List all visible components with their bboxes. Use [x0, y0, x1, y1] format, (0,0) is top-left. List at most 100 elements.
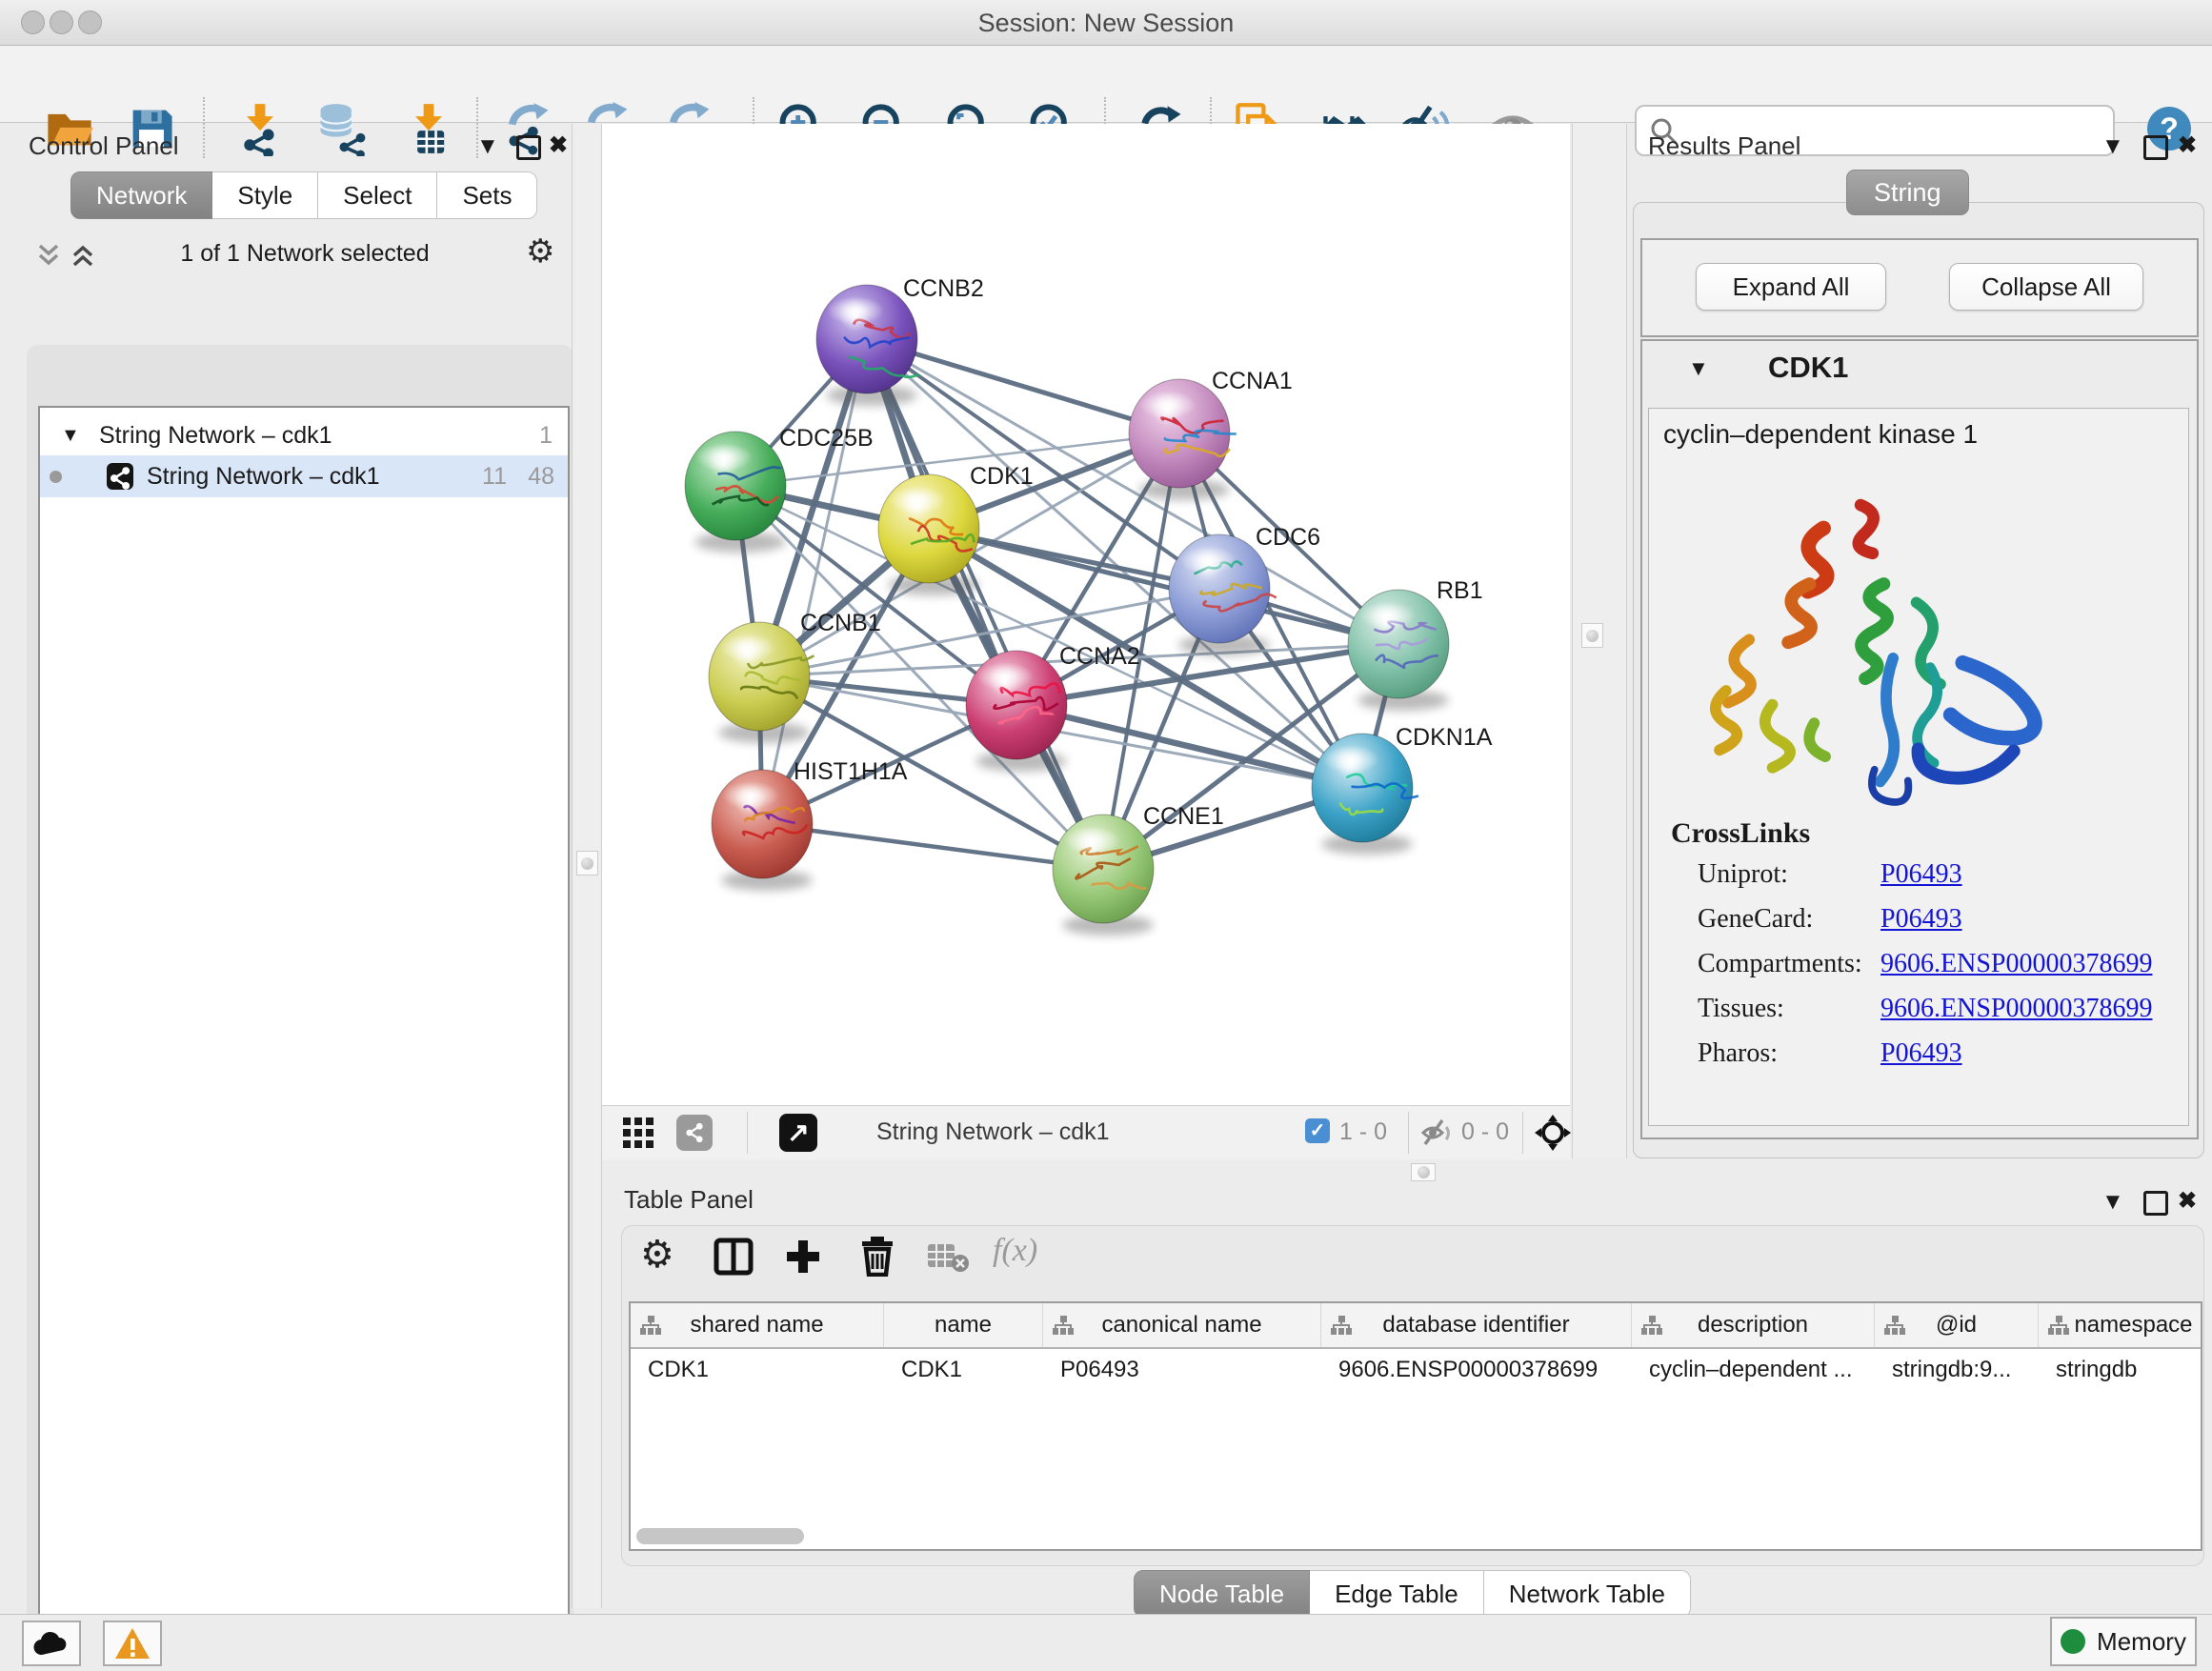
collapse-panel-icon[interactable]: ▼ — [476, 133, 499, 160]
crosslink-link[interactable]: P06493 — [1880, 904, 1962, 935]
crosslink-link[interactable]: 9606.ENSP00000378699 — [1880, 994, 2152, 1024]
table-cell[interactable]: CDK1 — [631, 1349, 884, 1391]
left-splitter-handle[interactable] — [576, 851, 598, 876]
network-share-icon[interactable] — [676, 1115, 713, 1151]
network-edge[interactable] — [762, 339, 867, 824]
selected-checkbox-icon[interactable]: ✓ — [1305, 1118, 1330, 1143]
network-node-CCNB1[interactable]: CCNB1 — [709, 610, 881, 743]
grid-view-icon[interactable] — [621, 1116, 655, 1155]
crosslink-link[interactable]: P06493 — [1880, 1038, 1962, 1069]
table-cell[interactable]: cyclin–dependent ... — [1632, 1349, 1875, 1391]
node-label: RB1 — [1437, 577, 1483, 604]
node-table[interactable]: shared name namecanonical namedatabase id… — [629, 1301, 2202, 1551]
tab-string[interactable]: String — [1846, 170, 1969, 215]
right-splitter-handle[interactable] — [1581, 623, 1603, 648]
crosslink-link[interactable]: 9606.ENSP00000378699 — [1880, 949, 2152, 979]
network-row-selected[interactable]: String Network – cdk1 11 48 — [40, 455, 568, 497]
column-header-databaseidentifier[interactable]: database identifier — [1321, 1303, 1632, 1347]
float-panel-icon[interactable] — [2143, 135, 2168, 160]
node-label: HIST1H1A — [794, 758, 908, 785]
tab-sets[interactable]: Sets — [437, 171, 537, 219]
network-node-CCNB2[interactable]: CCNB2 — [816, 275, 984, 406]
tree-expander-icon[interactable]: ▼ — [61, 415, 80, 455]
network-node-CCNE1[interactable]: CCNE1 — [1053, 803, 1224, 936]
column-header-description[interactable]: description — [1632, 1303, 1875, 1347]
network-node-CDC6[interactable]: CDC6 — [1169, 524, 1320, 655]
column-header-name[interactable]: name — [884, 1303, 1043, 1347]
close-panel-icon[interactable]: ✖ — [549, 131, 568, 159]
show-columns-icon[interactable] — [713, 1237, 754, 1281]
collapse-panel-icon[interactable]: ▼ — [2101, 1189, 2124, 1216]
column-header-label: description — [1698, 1312, 1808, 1339]
table-tabs: Node TableEdge TableNetwork Table — [1134, 1570, 1691, 1618]
close-panel-icon[interactable]: ✖ — [2178, 1187, 2197, 1215]
tab-network[interactable]: Network — [70, 171, 212, 219]
tab-edge-table[interactable]: Edge Table — [1310, 1570, 1484, 1618]
add-column-icon[interactable] — [783, 1237, 823, 1281]
delete-column-icon[interactable] — [857, 1235, 897, 1281]
crosslink-link[interactable]: P06493 — [1880, 859, 1962, 890]
network-node-HIST1H1A[interactable]: HIST1H1A — [712, 758, 908, 891]
memory-button[interactable]: Memory — [2050, 1617, 2197, 1666]
network-options-gear-icon[interactable]: ⚙ — [526, 232, 554, 271]
crosslink-label: Pharos: — [1698, 1038, 1778, 1068]
network-canvas[interactable]: CCNB2CCNA1CDC25BCDK1CDC6RB1CCNB1CCNA2CDK… — [602, 124, 1570, 1105]
column-header-id[interactable]: @id — [1875, 1303, 2039, 1347]
network-node-CDKN1A[interactable]: CDKN1A — [1312, 724, 1493, 855]
close-panel-icon[interactable]: ✖ — [2178, 131, 2197, 159]
tab-select[interactable]: Select — [318, 171, 437, 219]
control-panel-title: Control Panel — [29, 131, 179, 161]
column-header-sharedname[interactable]: shared name — [631, 1303, 884, 1347]
cloud-icon — [32, 1630, 70, 1657]
column-header-namespace[interactable]: namespace — [2039, 1303, 2202, 1347]
network-edge[interactable] — [867, 339, 1103, 869]
network-edge[interactable] — [929, 529, 1398, 644]
table-cell[interactable]: stringdb — [2039, 1349, 2202, 1391]
crosslink-row: Compartments:9606.ENSP00000378699 — [1698, 949, 1862, 979]
network-node-CDC25B[interactable]: CDC25B — [685, 425, 874, 553]
gene-name: CDK1 — [1768, 351, 1848, 385]
network-node-CCNA1[interactable]: CCNA1 — [1129, 368, 1293, 500]
warnings-button[interactable] — [103, 1621, 162, 1666]
network-collection-row[interactable]: ▼ String Network – cdk1 1 — [40, 415, 568, 455]
tab-style[interactable]: Style — [212, 171, 318, 219]
network-view-title: String Network – cdk1 — [876, 1118, 1110, 1146]
bottom-splitter-handle[interactable] — [1411, 1163, 1436, 1181]
network-node-RB1[interactable]: RB1 — [1348, 577, 1483, 711]
expand-all-button[interactable]: Expand All — [1696, 263, 1886, 311]
collapse-all-networks-icon[interactable] — [34, 240, 63, 275]
network-status-dot-icon — [50, 471, 62, 483]
gene-expander-icon[interactable]: ▼ — [1688, 356, 1709, 381]
column-header-label: shared name — [690, 1312, 823, 1339]
column-network-icon — [1641, 1315, 1662, 1342]
expand-all-networks-icon[interactable] — [69, 240, 97, 275]
float-panel-icon[interactable] — [2143, 1191, 2168, 1216]
collapse-panel-icon[interactable]: ▼ — [2101, 133, 2124, 160]
fit-content-crosshair-icon[interactable] — [1534, 1114, 1572, 1157]
table-row[interactable]: CDK1CDK1P064939606.ENSP00000378699cyclin… — [631, 1349, 2201, 1391]
node-label: CDKN1A — [1396, 724, 1493, 751]
table-cell[interactable]: 9606.ENSP00000378699 — [1321, 1349, 1632, 1391]
column-header-canonicalname[interactable]: canonical name — [1043, 1303, 1321, 1347]
column-header-label: @id — [1936, 1312, 1977, 1339]
birds-eye-view-icon[interactable]: ↗ — [779, 1114, 817, 1152]
results-panel-title: Results Panel — [1648, 131, 1800, 161]
table-cell[interactable]: stringdb:9... — [1875, 1349, 2039, 1391]
tab-network-table[interactable]: Network Table — [1484, 1570, 1691, 1618]
hidden-eye-icon — [1421, 1117, 1454, 1153]
float-panel-icon[interactable] — [516, 135, 541, 160]
column-header-label: namespace — [2074, 1312, 2192, 1339]
network-edge[interactable] — [762, 824, 1103, 869]
collection-label: String Network – cdk1 — [99, 415, 332, 455]
table-cell[interactable]: P06493 — [1043, 1349, 1321, 1391]
table-header-row: shared name namecanonical namedatabase id… — [631, 1303, 2201, 1349]
table-cell[interactable]: CDK1 — [884, 1349, 1043, 1391]
main-toolbar: ? — [0, 46, 2212, 123]
bottom-splitter[interactable] — [602, 1158, 2212, 1183]
collapse-all-button[interactable]: Collapse All — [1949, 263, 2143, 311]
table-settings-gear-icon[interactable]: ⚙ — [640, 1233, 674, 1277]
horizontal-scrollbar[interactable] — [636, 1528, 804, 1544]
tab-node-table[interactable]: Node Table — [1134, 1570, 1310, 1618]
cloud-button[interactable] — [22, 1621, 81, 1666]
node-label: CCNA1 — [1212, 368, 1293, 394]
